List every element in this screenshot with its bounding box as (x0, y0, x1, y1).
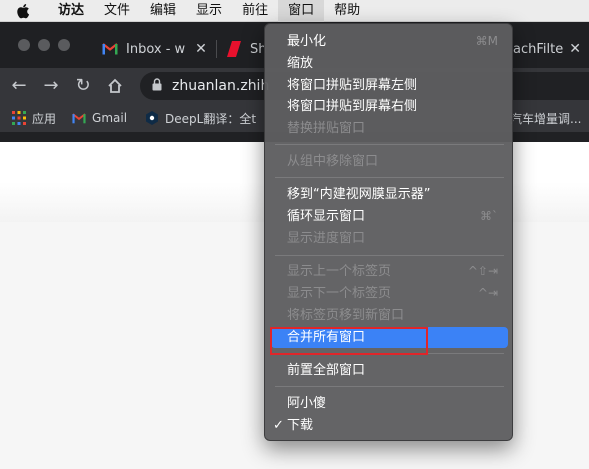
menu-item-downloads[interactable]: ✓ 下载 (271, 415, 508, 436)
menu-item-label: 替换拼贴窗口 (287, 121, 366, 136)
gmail-icon (102, 41, 118, 57)
menu-item-shortcut: ⌘` (480, 209, 498, 223)
menu-item-label: 从组中移除窗口 (287, 154, 379, 169)
menu-window[interactable]: 窗口 (278, 0, 325, 22)
menu-item-move-tab-new-window: 将标签页移到新窗口 (271, 305, 508, 326)
menu-edit[interactable]: 编辑 (140, 0, 186, 22)
menu-item-tile-right[interactable]: 将窗口拼贴到屏幕右侧 (271, 96, 508, 117)
menu-item-shortcut: ⌘M (475, 34, 498, 48)
gmail-icon (72, 111, 86, 125)
menu-item-bring-all-front[interactable]: 前置全部窗口 (271, 360, 508, 381)
menu-item-label: 显示上一个标签页 (287, 264, 392, 279)
menu-item-label: 缩放 (287, 56, 314, 71)
menu-file[interactable]: 文件 (94, 0, 140, 22)
tab-title: achFilte (513, 41, 564, 57)
bookmark-label: DeepL翻译：全t (165, 111, 257, 126)
home-icon[interactable] (106, 77, 124, 95)
menu-item-next-tab: 显示下一个标签页 ^⇥ (271, 283, 508, 304)
menu-item-move-to-display[interactable]: 移到“内建视网膜显示器” (271, 184, 508, 205)
menu-item-progress-window: 显示进度窗口 (271, 228, 508, 249)
menu-item-replace-tiled: 替换拼贴窗口 (271, 118, 508, 139)
menu-item-label: 阿小傻 (287, 396, 327, 411)
menu-item-minimize[interactable]: 最小化 ⌘M (271, 31, 508, 52)
annotation-highlight-box (270, 327, 428, 355)
menu-help[interactable]: 帮助 (324, 0, 370, 22)
bookmark-label: 应用 (32, 111, 57, 126)
close-tab-icon[interactable]: ✕ (195, 41, 207, 57)
address-text: zhuanlan.zhih (172, 78, 270, 94)
menu-go[interactable]: 前往 (232, 0, 278, 22)
tab-third[interactable]: achFilte ✕ (513, 34, 581, 64)
menu-item-label: 显示下一个标签页 (287, 286, 392, 301)
minimize-window-button[interactable] (38, 39, 50, 51)
apple-icon[interactable] (16, 3, 34, 19)
menu-item-cycle-windows[interactable]: 循环显示窗口 ⌘` (271, 206, 508, 227)
menu-item-label: 将标签页移到新窗口 (287, 308, 405, 323)
bookmark-apps[interactable]: 应用 (12, 110, 56, 127)
menu-item-shortcut: ^⇥ (477, 286, 498, 300)
menu-separator (275, 255, 504, 256)
bookmark-label: Gmail (92, 111, 128, 125)
back-icon[interactable]: ← (10, 77, 28, 95)
menu-item-label: 将窗口拼贴到屏幕左侧 (287, 78, 418, 93)
deepl-icon (145, 111, 159, 125)
lock-icon (152, 77, 162, 95)
red-app-icon (226, 41, 242, 57)
menu-view[interactable]: 显示 (186, 0, 232, 22)
bookmark-deepl[interactable]: DeepL翻译：全t (145, 110, 256, 127)
reload-icon[interactable]: ↻ (74, 77, 92, 95)
menu-item-tile-left[interactable]: 将窗口拼贴到屏幕左侧 (271, 75, 508, 96)
menu-finder[interactable]: 访达 (48, 0, 94, 22)
close-tab-icon[interactable]: ✕ (569, 41, 581, 57)
menu-item-label: 下载 (287, 418, 314, 433)
window-menu-dropdown: 最小化 ⌘M 缩放 将窗口拼贴到屏幕左侧 将窗口拼贴到屏幕右侧 替换拼贴窗口 从… (264, 23, 513, 441)
menu-separator (275, 144, 504, 145)
menu-item-shortcut: ^⇧⇥ (467, 264, 498, 278)
menu-item-label: 前置全部窗口 (287, 363, 366, 378)
close-window-button[interactable] (18, 39, 30, 51)
menu-item-zoom[interactable]: 缩放 (271, 53, 508, 74)
bookmark-car[interactable]: 汽车增量调... (510, 110, 581, 127)
checkmark-icon: ✓ (273, 418, 284, 433)
menu-item-label: 最小化 (287, 34, 327, 49)
menu-separator (275, 386, 504, 387)
bookmark-gmail[interactable]: Gmail (72, 111, 127, 125)
apps-grid-icon (12, 111, 26, 125)
menu-item-label: 将窗口拼贴到屏幕右侧 (287, 99, 418, 114)
menu-item-label: 循环显示窗口 (287, 209, 366, 224)
menu-item-window-axiaosha[interactable]: 阿小傻 (271, 393, 508, 414)
menu-separator (275, 177, 504, 178)
menu-bar: 访达 文件 编辑 显示 前往 窗口 帮助 (0, 0, 589, 22)
tab-divider (216, 40, 217, 58)
forward-icon[interactable]: → (42, 77, 60, 95)
menu-item-label: 显示进度窗口 (287, 231, 366, 246)
tab-title: Inbox - w (126, 41, 186, 57)
menu-item-previous-tab: 显示上一个标签页 ^⇧⇥ (271, 261, 508, 282)
zoom-window-button[interactable] (58, 39, 70, 51)
tab-inbox[interactable]: Inbox - w ✕ (102, 34, 207, 64)
menu-item-remove-from-group: 从组中移除窗口 (271, 151, 508, 172)
tab-second[interactable]: Sh (226, 34, 267, 64)
bookmark-label: 汽车增量调... (510, 111, 582, 126)
menu-item-label: 移到“内建视网膜显示器” (287, 187, 431, 202)
